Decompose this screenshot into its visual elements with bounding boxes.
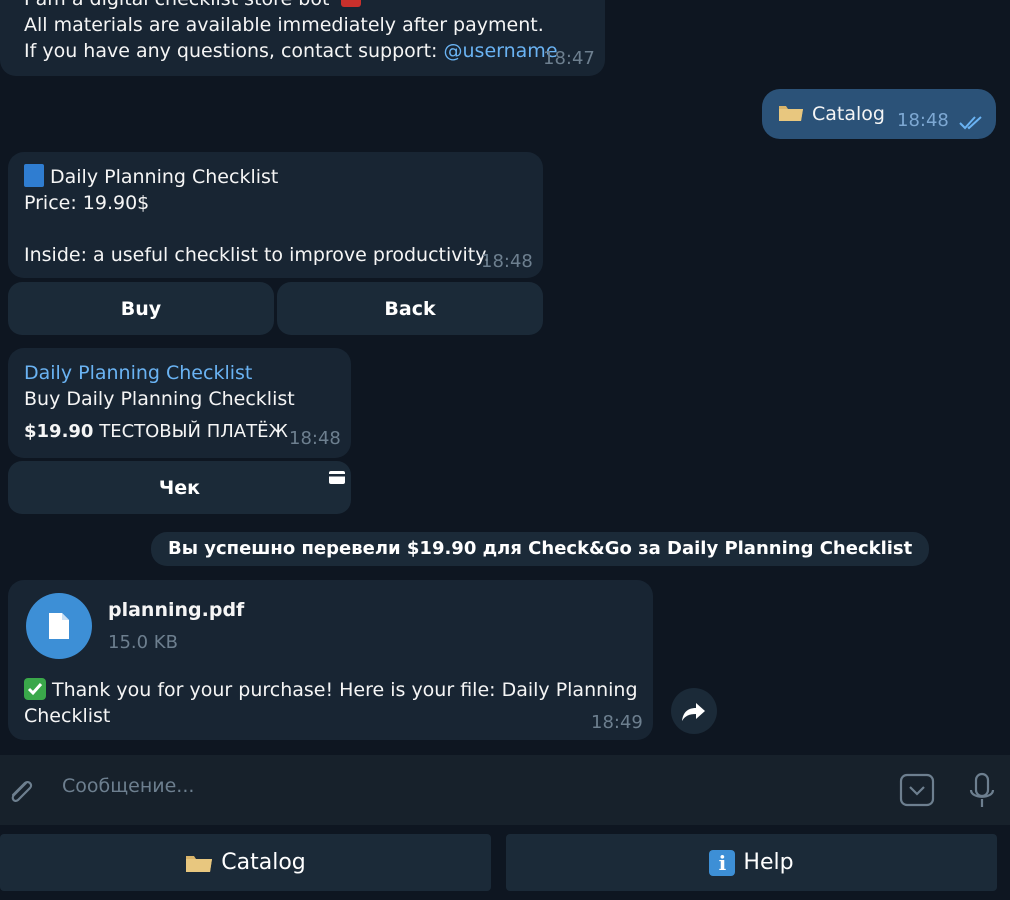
- message-time: 18:48: [289, 428, 341, 449]
- card-icon: [329, 467, 345, 484]
- welcome-line1: I am a digital checklist store bot: [24, 0, 329, 10]
- product-price: Price: 19.90$: [24, 192, 150, 214]
- help-reply-button[interactable]: i Help: [506, 834, 997, 891]
- microphone-icon[interactable]: [966, 772, 998, 814]
- forward-arrow-icon: [682, 703, 705, 721]
- catalog-reply-button[interactable]: Catalog: [0, 834, 491, 891]
- product-title: Daily Planning Checklist: [50, 166, 279, 188]
- catalog-message-text: Catalog: [812, 103, 885, 125]
- message-time: 18:49: [591, 712, 643, 733]
- forward-button[interactable]: [671, 688, 717, 734]
- info-emoji-icon: i: [709, 849, 736, 876]
- message-composer: Сообщение...: [0, 755, 1010, 825]
- message-time: 18:48: [481, 251, 533, 272]
- payment-service-notice: Вы успешно перевели $19.90 для Check&Go …: [151, 532, 930, 566]
- message-time: 18:48: [897, 110, 949, 131]
- file-caption-line1: Thank you for your purchase! Here is you…: [52, 679, 638, 701]
- buy-button[interactable]: Buy: [8, 282, 274, 335]
- message-product: Daily Planning Checklist Price: 19.90$ I…: [8, 152, 543, 278]
- invoice-description: Buy Daily Planning Checklist: [24, 388, 295, 410]
- message-time: 18:47: [543, 48, 595, 69]
- folder-emoji-icon: [778, 102, 804, 123]
- invoice-title[interactable]: Daily Planning Checklist: [24, 360, 252, 386]
- folder-emoji-icon: [185, 852, 213, 874]
- file-size: 15.0 KB: [108, 632, 178, 653]
- check-mark-emoji-icon: [24, 678, 46, 700]
- catalog-reply-label: Catalog: [221, 850, 306, 875]
- message-invoice: Daily Planning Checklist Buy Daily Plann…: [8, 348, 351, 458]
- books-emoji-icon: [341, 0, 362, 7]
- support-username-link[interactable]: @username: [444, 40, 558, 62]
- reply-keyboard: Catalog i Help: [0, 825, 1010, 900]
- file-caption-line2: Checklist: [24, 705, 111, 727]
- blue-book-emoji-icon: [24, 164, 44, 187]
- message-input[interactable]: Сообщение...: [62, 775, 194, 797]
- chat-area[interactable]: I am a digital checklist store bot All m…: [0, 0, 1010, 755]
- test-payment-label: ТЕСТОВЫЙ ПЛАТЁЖ: [99, 421, 288, 442]
- invoice-amount: $19.90: [24, 421, 94, 442]
- message-file: planning.pdf 15.0 KB Thank you for your …: [8, 580, 653, 740]
- file-download-icon[interactable]: [26, 593, 92, 659]
- welcome-line2: All materials are available immediately …: [24, 14, 544, 36]
- help-reply-label: Help: [743, 850, 794, 875]
- product-description: Inside: a useful checklist to improve pr…: [24, 244, 490, 266]
- message-outgoing-catalog: Catalog 18:48: [762, 89, 996, 139]
- receipt-button-label: Чек: [158, 476, 201, 499]
- file-name[interactable]: planning.pdf: [108, 597, 244, 623]
- double-check-icon: [958, 111, 986, 137]
- receipt-button[interactable]: Чек: [8, 461, 351, 514]
- message-welcome: I am a digital checklist store bot All m…: [0, 0, 605, 76]
- back-button[interactable]: Back: [277, 282, 543, 335]
- bot-keyboard-toggle-icon[interactable]: [899, 773, 935, 811]
- attach-icon[interactable]: [4, 774, 38, 812]
- welcome-line3: If you have any questions, contact suppo…: [24, 40, 444, 62]
